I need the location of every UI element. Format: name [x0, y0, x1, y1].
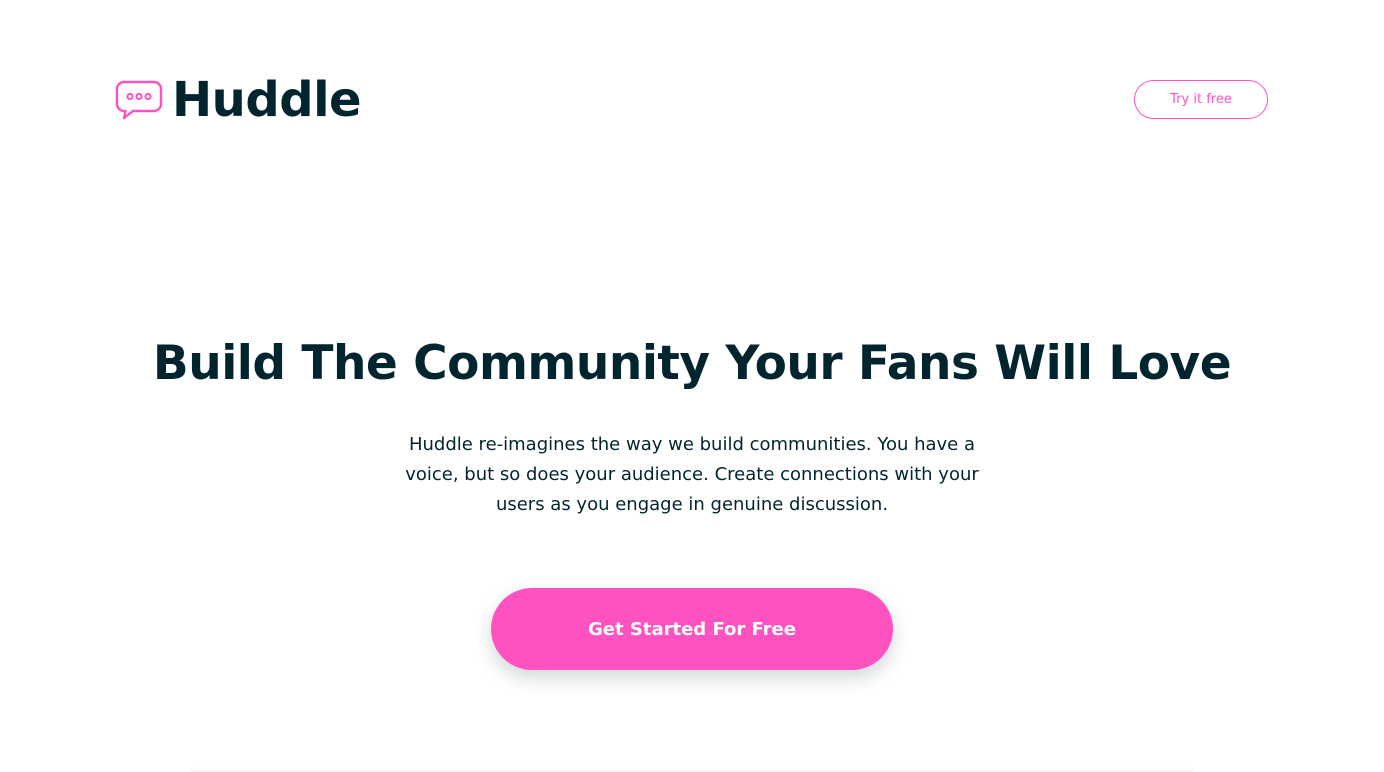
- hero-title: Build The Community Your Fans Will Love: [152, 336, 1232, 391]
- hero-description: Huddle re-imagines the way we build comm…: [405, 434, 979, 515]
- brand-logo[interactable]: Huddle: [115, 72, 362, 128]
- brand-name: Huddle: [172, 72, 362, 128]
- site-header: Huddle Try it free: [0, 0, 1384, 200]
- get-started-button[interactable]: Get Started For Free: [491, 588, 893, 670]
- try-it-free-button[interactable]: Try it free: [1134, 80, 1268, 119]
- hero-section: Build The Community Your Fans Will Love …: [0, 320, 1384, 670]
- content-preview-edge: [190, 766, 1194, 772]
- speech-bubble-icon: [115, 80, 163, 120]
